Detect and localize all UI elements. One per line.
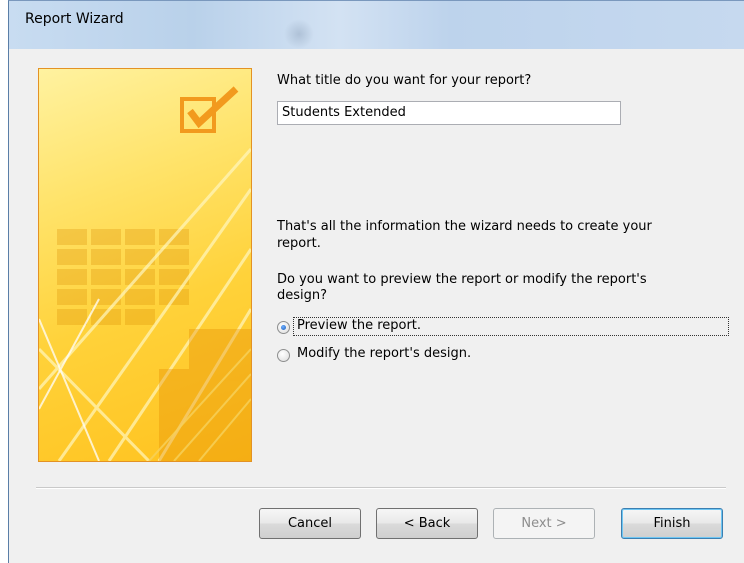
preview-question-line2: design? bbox=[277, 288, 328, 303]
modify-option-label[interactable]: Modify the report's design. bbox=[294, 346, 474, 361]
preview-question-line1: Do you want to preview the report or mod… bbox=[277, 272, 647, 287]
wizard-banner-image bbox=[38, 68, 252, 462]
title-bar[interactable]: Report Wizard bbox=[9, 1, 744, 49]
preview-radio-button[interactable] bbox=[277, 321, 290, 334]
button-separator bbox=[36, 487, 726, 489]
dialog-body: What title do you want for your report? … bbox=[18, 49, 744, 563]
info-text-line2: report. bbox=[277, 236, 321, 251]
finish-button[interactable]: Finish bbox=[621, 508, 723, 539]
cancel-button[interactable]: Cancel bbox=[259, 508, 361, 539]
report-title-input[interactable]: Students Extended bbox=[277, 101, 621, 125]
titlebar-decoration bbox=[284, 19, 314, 49]
report-wizard-dialog: Report Wizard What title do you want for… bbox=[8, 0, 744, 563]
modify-design-option[interactable]: Modify the report's design. bbox=[277, 345, 577, 365]
radio-selected-dot bbox=[281, 325, 286, 330]
checkmark-box-icon bbox=[178, 81, 248, 136]
back-button[interactable]: < Back bbox=[376, 508, 478, 539]
title-prompt: What title do you want for your report? bbox=[277, 73, 532, 88]
preview-option-label[interactable]: Preview the report. bbox=[294, 318, 424, 333]
modify-radio-button[interactable] bbox=[277, 349, 290, 362]
preview-report-option[interactable]: Preview the report. bbox=[277, 317, 737, 337]
info-text-line1: That's all the information the wizard ne… bbox=[277, 219, 652, 234]
next-button[interactable]: Next > bbox=[493, 508, 595, 539]
window-title: Report Wizard bbox=[25, 11, 124, 27]
